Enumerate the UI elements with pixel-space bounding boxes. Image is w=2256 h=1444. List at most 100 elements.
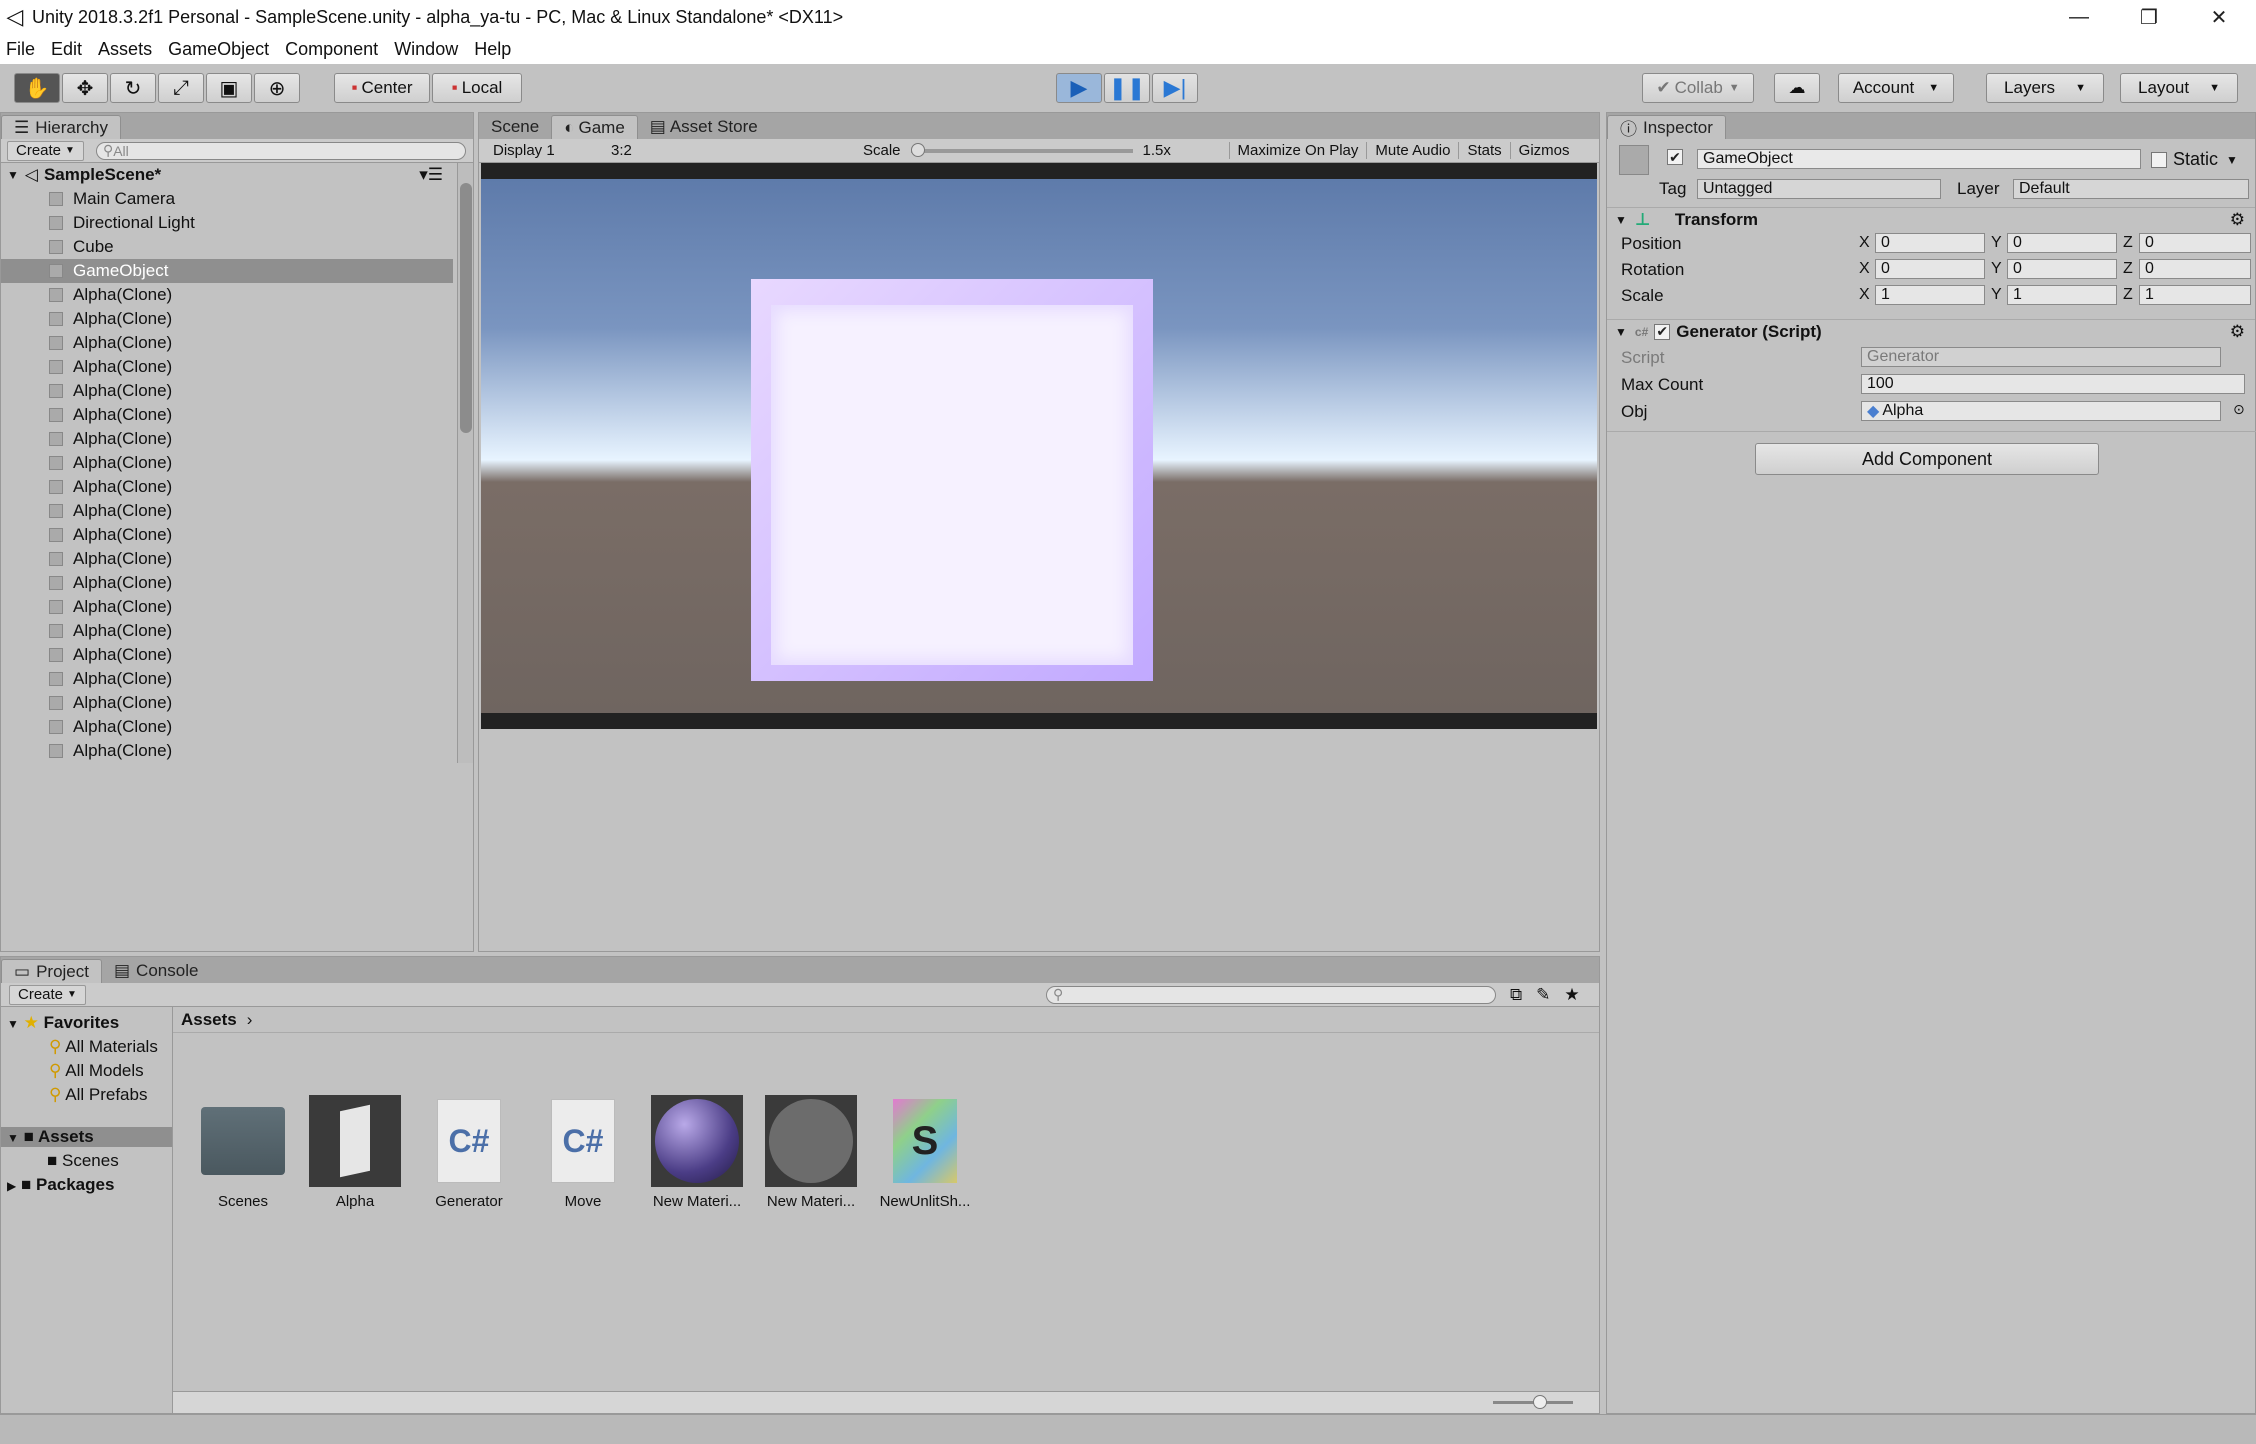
- display-dropdown[interactable]: Display 1: [493, 142, 605, 159]
- hierarchy-item[interactable]: Alpha(Clone): [1, 691, 453, 715]
- packages-tree-row[interactable]: ▶ ■ Packages: [7, 1175, 114, 1195]
- icon-size-slider[interactable]: [1493, 1395, 1573, 1409]
- hierarchy-item[interactable]: Alpha(Clone): [1, 379, 453, 403]
- scene-menu-icon[interactable]: ▾☰: [419, 165, 443, 185]
- asset-new-material-1[interactable]: New Materi...: [649, 1095, 745, 1210]
- menu-edit[interactable]: Edit: [51, 39, 82, 60]
- menu-assets[interactable]: Assets: [98, 39, 152, 60]
- object-picker-icon[interactable]: ⊙: [2233, 401, 2245, 418]
- cloud-button[interactable]: ☁: [1774, 73, 1820, 103]
- hierarchy-item[interactable]: Alpha(Clone): [1, 547, 453, 571]
- account-dropdown[interactable]: Account ▼: [1838, 73, 1954, 103]
- hierarchy-scrollbar[interactable]: [457, 163, 473, 763]
- asset-scenes[interactable]: Scenes: [195, 1095, 291, 1210]
- icon-size-slider-thumb[interactable]: [1533, 1395, 1547, 1409]
- maximize-on-play-toggle[interactable]: Maximize On Play: [1228, 142, 1367, 159]
- hierarchy-item[interactable]: Alpha(Clone): [1, 283, 453, 307]
- scale-y-field[interactable]: 1: [2007, 285, 2117, 305]
- menu-file[interactable]: File: [6, 39, 35, 60]
- tab-console[interactable]: ▤ Console: [102, 959, 210, 983]
- project-search-input[interactable]: ⚲: [1045, 985, 1496, 1004]
- layout-dropdown[interactable]: Layout ▼: [2120, 73, 2238, 103]
- close-icon[interactable]: ✕: [2184, 0, 2254, 34]
- game-viewport[interactable]: [481, 163, 1597, 713]
- fav-all-prefabs[interactable]: ⚲ All Prefabs: [49, 1085, 147, 1105]
- scale-z-field[interactable]: 1: [2139, 285, 2251, 305]
- fav-all-materials[interactable]: ⚲ All Materials: [49, 1037, 158, 1057]
- hierarchy-item[interactable]: Alpha(Clone): [1, 739, 453, 763]
- stats-toggle[interactable]: Stats: [1458, 142, 1509, 159]
- tab-hierarchy[interactable]: ☰ Hierarchy: [1, 115, 121, 139]
- rotate-tool-button[interactable]: ↻: [110, 73, 156, 103]
- hierarchy-search-input[interactable]: ⚲ All: [95, 141, 466, 160]
- hierarchy-item[interactable]: Alpha(Clone): [1, 355, 453, 379]
- add-component-button[interactable]: Add Component: [1755, 443, 2099, 475]
- pause-button[interactable]: ❚❚: [1104, 73, 1150, 103]
- hierarchy-item[interactable]: Alpha(Clone): [1, 667, 453, 691]
- hierarchy-item[interactable]: GameObject: [1, 259, 453, 283]
- tab-asset-store[interactable]: ▤ Asset Store: [638, 115, 770, 139]
- filter-label-icon[interactable]: ✎: [1536, 985, 1550, 1005]
- filter-type-icon[interactable]: ⧉: [1510, 985, 1522, 1005]
- hierarchy-item[interactable]: Directional Light: [1, 211, 453, 235]
- rotation-z-field[interactable]: 0: [2139, 259, 2251, 279]
- pivot-local-button[interactable]: ▪ Local: [432, 73, 522, 103]
- object-name-field[interactable]: GameObject: [1697, 149, 2141, 169]
- static-toggle[interactable]: Static ▼: [2151, 149, 2238, 170]
- asset-alpha[interactable]: Alpha: [307, 1095, 403, 1210]
- hierarchy-item[interactable]: Alpha(Clone): [1, 331, 453, 355]
- maxcount-field[interactable]: 100: [1861, 374, 2245, 394]
- hand-tool-button[interactable]: ✋: [14, 73, 60, 103]
- hierarchy-item[interactable]: Alpha(Clone): [1, 499, 453, 523]
- scenes-tree-row[interactable]: ■ Scenes: [47, 1151, 119, 1171]
- mute-audio-toggle[interactable]: Mute Audio: [1366, 142, 1458, 159]
- scrollbar-thumb[interactable]: [460, 183, 472, 433]
- scene-row[interactable]: ▼ ◁ SampleScene* ▾☰: [1, 163, 453, 187]
- hierarchy-item[interactable]: Alpha(Clone): [1, 475, 453, 499]
- menu-help[interactable]: Help: [474, 39, 511, 60]
- scale-slider[interactable]: [910, 142, 1133, 157]
- favorites-row[interactable]: ▼ ★ Favorites: [7, 1013, 119, 1033]
- tab-scene[interactable]: Scene: [479, 115, 551, 139]
- hierarchy-item[interactable]: Alpha(Clone): [1, 451, 453, 475]
- hierarchy-create-button[interactable]: Create ▼: [7, 140, 84, 161]
- component-settings-icon[interactable]: ⚙: [2230, 210, 2245, 230]
- aspect-dropdown[interactable]: 3:2: [611, 142, 851, 159]
- generator-enabled-checkbox[interactable]: ✔: [1654, 323, 1671, 340]
- hierarchy-item[interactable]: Alpha(Clone): [1, 307, 453, 331]
- hierarchy-item[interactable]: Main Camera: [1, 187, 453, 211]
- fav-all-models[interactable]: ⚲ All Models: [49, 1061, 144, 1081]
- tab-inspector[interactable]: ⓘ Inspector: [1607, 115, 1726, 139]
- hierarchy-item[interactable]: Alpha(Clone): [1, 595, 453, 619]
- active-toggle[interactable]: ✔: [1667, 149, 1683, 165]
- asset-move[interactable]: C# Move: [535, 1095, 631, 1210]
- restore-icon[interactable]: ❐: [2114, 0, 2184, 34]
- favorite-star-icon[interactable]: ★: [1564, 985, 1579, 1005]
- layers-dropdown[interactable]: Layers ▼: [1986, 73, 2104, 103]
- rect-tool-button[interactable]: ▣: [206, 73, 252, 103]
- generator-header[interactable]: ▼ c# ✔ Generator (Script) ⚙: [1607, 319, 2255, 343]
- hierarchy-item[interactable]: Alpha(Clone): [1, 427, 453, 451]
- component-settings-icon[interactable]: ⚙: [2230, 322, 2245, 342]
- move-tool-button[interactable]: ✥: [62, 73, 108, 103]
- active-checkbox[interactable]: ✔: [1667, 149, 1683, 165]
- project-create-button[interactable]: Create ▼: [9, 984, 86, 1005]
- menu-window[interactable]: Window: [394, 39, 458, 60]
- static-checkbox[interactable]: [2151, 151, 2167, 168]
- minimize-icon[interactable]: —: [2044, 0, 2114, 34]
- rotation-y-field[interactable]: 0: [2007, 259, 2117, 279]
- scale-slider-thumb[interactable]: [910, 142, 925, 157]
- hierarchy-item[interactable]: Cube: [1, 235, 453, 259]
- menu-component[interactable]: Component: [285, 39, 378, 60]
- play-button[interactable]: ▶: [1056, 73, 1102, 103]
- asset-generator[interactable]: C# Generator: [421, 1095, 517, 1210]
- hierarchy-item[interactable]: Alpha(Clone): [1, 619, 453, 643]
- tag-dropdown[interactable]: Untagged: [1697, 179, 1941, 199]
- tab-game[interactable]: ◐ Game: [551, 115, 638, 139]
- asset-new-material-2[interactable]: New Materi...: [763, 1095, 859, 1210]
- layer-dropdown[interactable]: Default: [2013, 179, 2249, 199]
- step-button[interactable]: ▶|: [1152, 73, 1198, 103]
- transform-tool-button[interactable]: ⊕: [254, 73, 300, 103]
- hierarchy-item[interactable]: Alpha(Clone): [1, 403, 453, 427]
- gizmos-toggle[interactable]: Gizmos: [1509, 142, 1578, 159]
